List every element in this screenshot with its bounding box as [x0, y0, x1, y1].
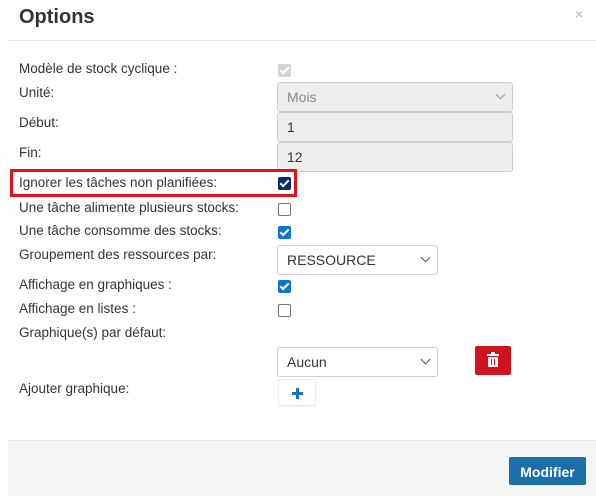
consumes-checkbox[interactable]: [278, 226, 291, 239]
list-display-label: Affichage en listes :: [19, 301, 136, 316]
grouping-select[interactable]: RESSOURCE: [277, 245, 438, 275]
unit-label: Unité:: [19, 85, 55, 100]
feeds-multiple-label: Une tâche alimente plusieurs stocks:: [19, 200, 239, 215]
ignore-unplanned-checkbox[interactable]: [278, 177, 291, 190]
start-field[interactable]: 1: [277, 112, 513, 142]
add-graph-label: Ajouter graphique:: [19, 381, 130, 396]
dialog-footer: [8, 440, 596, 496]
unit-select-value: Mois: [287, 89, 317, 105]
check-icon: [279, 226, 290, 237]
feeds-multiple-checkbox[interactable]: [278, 203, 291, 216]
default-graphs-select-value: Aucun: [287, 354, 327, 370]
delete-graph-button[interactable]: [475, 346, 511, 375]
header-divider: [8, 40, 596, 41]
end-field[interactable]: 12: [277, 142, 513, 172]
chevron-down-icon: [495, 89, 506, 100]
list-display-checkbox[interactable]: [278, 304, 291, 317]
check-icon: [279, 64, 290, 75]
cyclic-stock-checkbox: [278, 64, 291, 77]
end-field-value: 12: [287, 149, 303, 165]
check-icon: [279, 280, 290, 291]
unit-select: Mois: [277, 82, 513, 112]
default-graphs-label: Graphique(s) par défaut:: [19, 325, 167, 340]
chevron-down-icon: [420, 354, 431, 365]
grouping-label: Groupement des ressources par:: [19, 247, 217, 262]
graph-display-checkbox[interactable]: [278, 280, 291, 293]
default-graphs-select[interactable]: Aucun: [277, 347, 438, 377]
submit-button[interactable]: Modifier: [509, 457, 586, 485]
end-label: Fin:: [19, 145, 42, 160]
cyclic-stock-label: Modèle de stock cyclique :: [19, 61, 178, 76]
start-field-value: 1: [287, 119, 295, 135]
chevron-down-icon: [420, 252, 431, 263]
graph-display-label: Affichage en graphiques :: [19, 277, 172, 292]
start-label: Début:: [19, 115, 59, 130]
consumes-label: Une tâche consomme des stocks:: [19, 223, 222, 238]
check-icon: [279, 177, 290, 188]
grouping-select-value: RESSOURCE: [287, 252, 376, 268]
ignore-unplanned-label: Ignorer les tâches non planifiées:: [19, 175, 218, 190]
add-graph-button[interactable]: [278, 379, 316, 406]
close-icon[interactable]: ×: [575, 6, 583, 22]
dialog-title: Options: [19, 6, 95, 28]
